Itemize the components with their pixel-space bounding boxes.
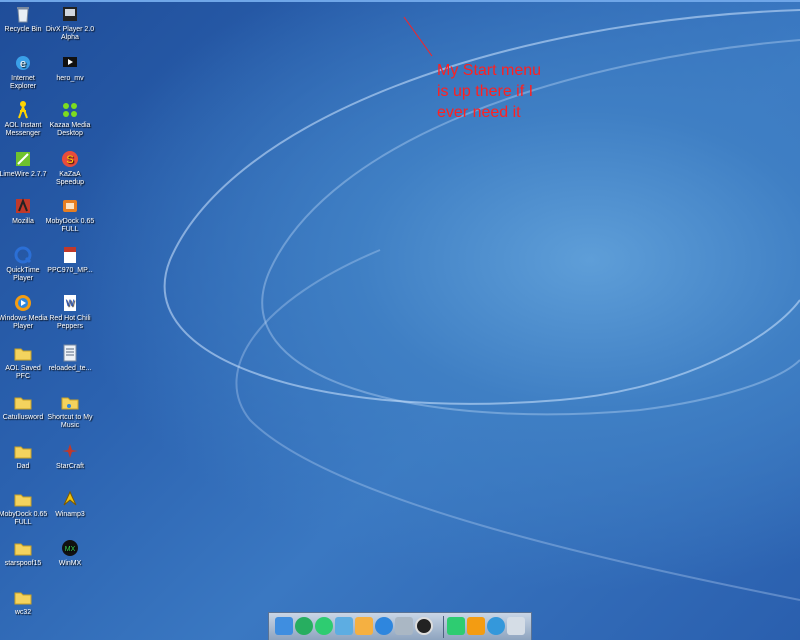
icon-label: Internet Explorer bbox=[9, 75, 37, 90]
annotation-arrow bbox=[403, 16, 433, 57]
icon-label: PPC970_MP... bbox=[47, 267, 93, 274]
desktop-icon-internet-explorer[interactable]: e Internet Explorer bbox=[0, 53, 48, 91]
starcraft-icon bbox=[62, 444, 78, 458]
desktop-icon-starspoof15[interactable]: starspoof15 bbox=[0, 538, 48, 568]
icon-label: Dad bbox=[16, 463, 30, 470]
icon-label: wc32 bbox=[14, 609, 32, 616]
pdf-file-icon bbox=[64, 247, 76, 263]
svg-text:S: S bbox=[66, 154, 73, 166]
svg-text:e: e bbox=[20, 58, 26, 70]
desktop-icon-aim[interactable]: AOL Instant Messenger bbox=[0, 100, 48, 138]
winamp-icon bbox=[63, 490, 77, 506]
clock-icon[interactable] bbox=[487, 617, 505, 635]
desktop-icon-reloaded[interactable]: reloaded_te... bbox=[45, 343, 95, 373]
desktop-icon-winamp3[interactable]: Winamp3 bbox=[45, 489, 95, 519]
kazaa-speedup-icon: S bbox=[62, 151, 78, 167]
ie-icon[interactable] bbox=[295, 617, 313, 635]
icon-label: StarCraft bbox=[55, 463, 84, 470]
desktop-icon[interactable] bbox=[275, 617, 293, 635]
recycle-bin-icon bbox=[17, 7, 29, 23]
music-folder-icon bbox=[61, 397, 79, 410]
video-file-icon bbox=[63, 57, 77, 67]
icon-label: AOL Saved PFC bbox=[5, 365, 41, 380]
divx-player-icon bbox=[63, 7, 77, 21]
folder-icon bbox=[14, 543, 32, 556]
aim-icon bbox=[18, 101, 28, 119]
icon-label: MobyDock 0.65 FULL bbox=[45, 218, 95, 233]
desktop-icon-kazaa-speedup[interactable]: S KaZaA Speedup bbox=[45, 149, 95, 187]
desktop-icon-hero-mv[interactable]: hero_mv bbox=[45, 53, 95, 83]
desktop-icon-divx-player[interactable]: DivX Player 2.0 Alpha bbox=[45, 4, 95, 42]
mobydock-bar bbox=[268, 612, 532, 640]
network-icon[interactable] bbox=[395, 617, 413, 635]
icon-label: Catullusword bbox=[2, 414, 44, 421]
icon-label: Red Hot Chili Peppers bbox=[49, 315, 91, 330]
desktop-icon-mobydock-folder[interactable]: MobyDock 0.65 FULL bbox=[0, 489, 48, 527]
desktop-icon-kazaa[interactable]: Kazaa Media Desktop bbox=[45, 100, 95, 138]
icon-label: WinMX bbox=[58, 560, 82, 567]
desktop-icon-wc32[interactable]: wc32 bbox=[0, 587, 48, 617]
svg-text:MX: MX bbox=[65, 546, 76, 553]
desktop-icon-quicktime[interactable]: QuickTime Player bbox=[0, 245, 48, 283]
text-file-icon bbox=[63, 344, 77, 362]
icon-label: QuickTime Player bbox=[6, 267, 40, 282]
media-icon[interactable] bbox=[415, 617, 433, 635]
icon-label: AOL Instant Messenger bbox=[4, 122, 42, 137]
icon-label: Mozilla bbox=[12, 218, 34, 225]
system-icon[interactable] bbox=[507, 617, 525, 635]
icon-label: DivX Player 2.0 Alpha bbox=[45, 26, 95, 41]
photos-icon[interactable] bbox=[355, 617, 373, 635]
globe-icon[interactable] bbox=[375, 617, 393, 635]
desktop-icon-winmx[interactable]: MX WinMX bbox=[45, 538, 95, 568]
desktop-icon-mobydock[interactable]: MobyDock 0.65 FULL bbox=[45, 196, 95, 234]
desktop-icon-limewire[interactable]: LimeWire 2.7.7 bbox=[0, 149, 48, 179]
kazaa-icon bbox=[63, 103, 77, 117]
icon-label: starspoof15 bbox=[4, 560, 42, 567]
limewire-icon bbox=[16, 152, 30, 166]
mozilla-icon bbox=[16, 198, 30, 213]
media-player-icon bbox=[15, 295, 31, 311]
desktop-icon-dad[interactable]: Dad bbox=[0, 441, 48, 471]
icon-label: Winamp3 bbox=[55, 511, 85, 518]
winmx-icon: MX bbox=[62, 540, 78, 556]
desktop-icon-ppc970[interactable]: PPC970_MP... bbox=[45, 245, 95, 275]
desktop-icon-aol-saved-pfc[interactable]: AOL Saved PFC bbox=[0, 343, 48, 381]
quicktime-icon bbox=[14, 246, 32, 264]
desktop-icon-my-music-shortcut[interactable]: Shortcut to My Music bbox=[45, 392, 95, 430]
documents-icon[interactable] bbox=[447, 617, 465, 635]
dock-separator bbox=[443, 616, 444, 638]
folder-icon bbox=[14, 348, 32, 361]
icon-label: MobyDock 0.65 FULL bbox=[0, 511, 48, 526]
icon-label: KaZaA Speedup bbox=[55, 171, 85, 186]
icon-label: Windows Media Player bbox=[0, 315, 48, 330]
folder-icon bbox=[14, 494, 32, 507]
mobydock-icon bbox=[63, 200, 77, 212]
desktop-icon-recycle-bin[interactable]: Recycle Bin bbox=[0, 4, 48, 34]
icon-label: hero_mv bbox=[56, 75, 84, 82]
desktop-icon-mozilla[interactable]: Mozilla bbox=[0, 196, 48, 226]
desktop-icon-red-hot-chili-peppers[interactable]: W Red Hot Chili Peppers bbox=[45, 293, 95, 331]
icon-label: Kazaa Media Desktop bbox=[49, 122, 91, 137]
word-document-icon: W bbox=[64, 295, 76, 311]
desktop-icon-media-player[interactable]: Windows Media Player bbox=[0, 293, 48, 331]
internet-explorer-icon: e bbox=[16, 56, 30, 70]
icon-label: Recycle Bin bbox=[4, 26, 42, 33]
icon-label: LimeWire 2.7.7 bbox=[0, 171, 47, 178]
svg-text:W: W bbox=[66, 298, 75, 308]
folder-icon bbox=[14, 446, 32, 459]
desktop-icon-starcraft[interactable]: StarCraft bbox=[45, 441, 95, 471]
tools-icon[interactable] bbox=[467, 617, 485, 635]
desktop-icon-catullusword[interactable]: Catullusword bbox=[0, 392, 48, 422]
icon-label: Shortcut to My Music bbox=[47, 414, 93, 429]
folder-icon bbox=[14, 592, 32, 605]
folder-icon bbox=[14, 397, 32, 410]
globe-e-icon[interactable] bbox=[315, 617, 333, 635]
mail-icon[interactable] bbox=[335, 617, 353, 635]
icon-label: reloaded_te... bbox=[48, 365, 92, 372]
